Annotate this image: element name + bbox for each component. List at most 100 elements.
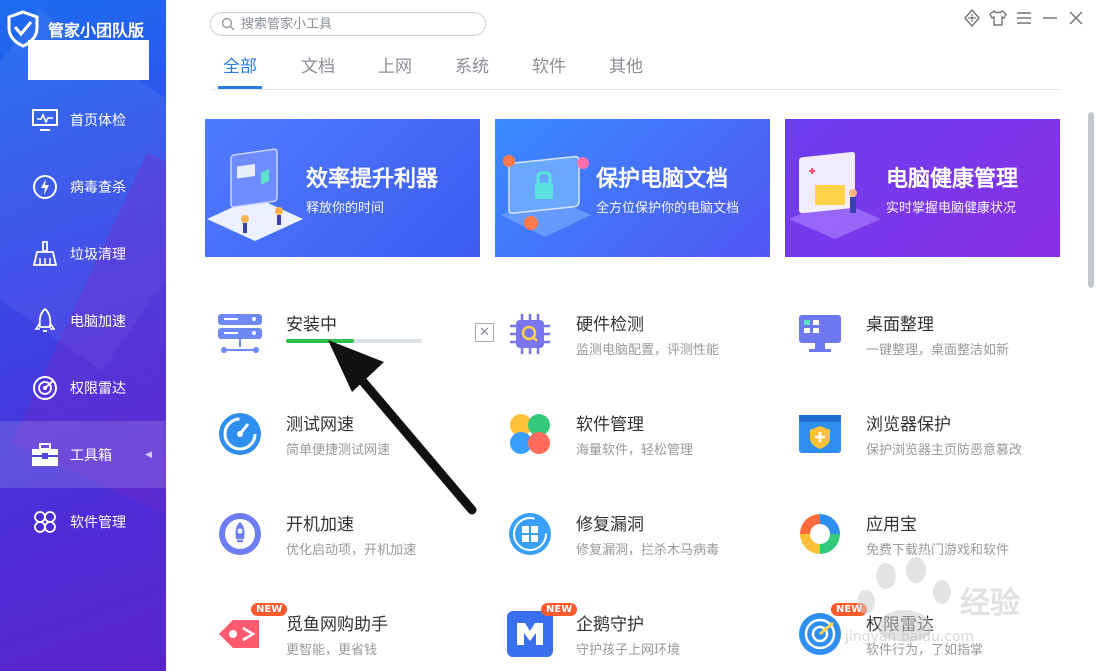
efficiency-illustration-icon bbox=[207, 148, 303, 241]
tool-name: 桌面整理 bbox=[866, 315, 934, 335]
new-badge: NEW bbox=[541, 603, 578, 616]
tool-boot-speedup[interactable]: 开机加速 优化启动项，开机加速 bbox=[205, 503, 485, 573]
document-lock-illustration-icon bbox=[501, 155, 591, 237]
server-icon bbox=[215, 309, 265, 359]
banner-title: 电脑健康管理 bbox=[886, 167, 1019, 192]
sidebar-item-pc-speedup[interactable]: 电脑加速 bbox=[0, 287, 166, 354]
install-progress-bar bbox=[286, 339, 422, 343]
tab-documents[interactable]: 文档 bbox=[283, 52, 360, 87]
tool-name: 硬件检测 bbox=[576, 315, 644, 335]
tool-speed-test[interactable]: 测试网速 简单便捷测试网速 bbox=[205, 403, 485, 473]
health-report-illustration-icon bbox=[789, 151, 881, 239]
app-title: 管家小团队版 bbox=[48, 21, 145, 40]
sidebar-nav: 首页体检 病毒查杀 垃圾清理 电脑加速 权限雷达 工具箱 ◀ 软件管理 bbox=[0, 86, 166, 555]
broom-icon bbox=[30, 239, 60, 269]
user-info-box[interactable] bbox=[28, 40, 149, 80]
sidebar: 管家小团队版 首页体检 病毒查杀 垃圾清理 电脑加速 权限雷达 工具箱 ◀ 软件… bbox=[0, 0, 166, 671]
sidebar-item-label: 软件管理 bbox=[70, 514, 126, 531]
tab-internet[interactable]: 上网 bbox=[360, 52, 437, 87]
browser-shield-icon bbox=[795, 409, 845, 459]
sidebar-item-label: 权限雷达 bbox=[70, 380, 126, 397]
guardian-logo-icon: NEW bbox=[505, 603, 578, 659]
banner-subtitle: 实时掌握电脑健康状况 bbox=[886, 201, 1017, 216]
tab-all[interactable]: 全部 bbox=[206, 52, 283, 87]
triangle-icon: ◀ bbox=[145, 449, 152, 460]
tool-name: 企鹅守护 bbox=[576, 615, 644, 635]
tool-description: 守护孩子上网环境 bbox=[576, 643, 681, 658]
banner-title: 保护电脑文档 bbox=[596, 167, 729, 192]
skin-diamond-icon[interactable] bbox=[962, 8, 982, 28]
watermark-url: jingyan.baidu.com bbox=[845, 629, 975, 645]
tool-shopping-assistant[interactable]: NEW 觅鱼网购助手 更智能，更省钱 bbox=[205, 603, 485, 671]
close-icon[interactable] bbox=[1066, 8, 1086, 28]
tool-hardware-check[interactable]: 硬件检测 监测电脑配置，评测性能 bbox=[495, 303, 775, 373]
tool-description: 海量软件，轻松管理 bbox=[576, 443, 694, 458]
tool-penguin-guard[interactable]: NEW 企鹅守护 守护孩子上网环境 bbox=[495, 603, 775, 671]
watermark-text: 经验 bbox=[960, 586, 1020, 621]
radar-icon bbox=[30, 373, 60, 403]
clover-icon bbox=[30, 507, 60, 537]
tab-system[interactable]: 系统 bbox=[437, 52, 514, 87]
sidebar-item-label: 工具箱 bbox=[70, 447, 112, 464]
tool-name: 应用宝 bbox=[866, 515, 917, 535]
tool-name: 觅鱼网购助手 bbox=[286, 615, 388, 635]
tool-software-manager[interactable]: 软件管理 海量软件，轻松管理 bbox=[495, 403, 775, 473]
tab-other[interactable]: 其他 bbox=[591, 52, 668, 87]
tab-active-indicator bbox=[218, 86, 262, 89]
tool-description: 简单便捷测试网速 bbox=[286, 443, 391, 458]
new-badge: NEW bbox=[251, 603, 288, 616]
tab-software[interactable]: 软件 bbox=[514, 52, 591, 87]
tool-fix-vulnerability[interactable]: 修复漏洞 修复漏洞，拦杀木马病毒 bbox=[495, 503, 775, 573]
tool-browser-protect[interactable]: 浏览器保护 保护浏览器主页防恶意篡改 bbox=[785, 403, 1065, 473]
sidebar-item-software-manager[interactable]: 软件管理 bbox=[0, 488, 166, 555]
rocket-icon bbox=[215, 509, 265, 559]
tool-name: 测试网速 bbox=[286, 415, 354, 435]
tool-name: 修复漏洞 bbox=[576, 515, 644, 535]
tool-installing[interactable]: 安装中 ✕ bbox=[205, 303, 494, 373]
sidebar-item-permission-radar[interactable]: 权限雷达 bbox=[0, 354, 166, 421]
speedometer-icon bbox=[215, 409, 265, 459]
desktop-grid-icon bbox=[795, 309, 845, 359]
fish-tag-icon: NEW bbox=[215, 603, 288, 659]
tshirt-icon[interactable] bbox=[988, 8, 1008, 28]
tool-description: 监测电脑配置，评测性能 bbox=[576, 343, 720, 358]
sidebar-item-label: 病毒查杀 bbox=[70, 179, 126, 196]
clover-icon bbox=[505, 409, 555, 459]
tool-description: 更智能，更省钱 bbox=[286, 643, 378, 658]
banner-title: 效率提升利器 bbox=[306, 167, 439, 192]
sidebar-item-home-check[interactable]: 首页体检 bbox=[0, 86, 166, 153]
scrollbar-thumb[interactable] bbox=[1088, 112, 1094, 288]
sidebar-item-label: 电脑加速 bbox=[70, 313, 126, 330]
search-input[interactable] bbox=[241, 16, 461, 32]
cancel-install-button[interactable]: ✕ bbox=[475, 323, 494, 342]
window-controls bbox=[962, 8, 1086, 28]
banner-subtitle: 全方位保护你的电脑文档 bbox=[596, 201, 740, 216]
banner-efficiency[interactable]: 效率提升利器 释放你的时间 bbox=[205, 119, 480, 257]
banner-protect-docs[interactable]: 保护电脑文档 全方位保护你的电脑文档 bbox=[495, 119, 770, 257]
monitor-icon bbox=[30, 105, 60, 135]
tool-desktop-organize[interactable]: 桌面整理 一键整理，桌面整洁如新 bbox=[785, 303, 1065, 373]
search-icon bbox=[221, 17, 235, 31]
install-status: 安装中 bbox=[286, 315, 337, 335]
sidebar-item-toolbox[interactable]: 工具箱 ◀ bbox=[0, 421, 166, 488]
banner-subtitle: 释放你的时间 bbox=[306, 201, 385, 216]
tool-description: 保护浏览器主页防恶意篡改 bbox=[866, 443, 1023, 458]
rocket-icon bbox=[30, 306, 60, 336]
sidebar-item-label: 垃圾清理 bbox=[70, 246, 126, 263]
toolbox-icon bbox=[30, 440, 60, 470]
tool-name: 开机加速 bbox=[286, 515, 354, 535]
windows-repair-icon bbox=[505, 509, 555, 559]
minimize-icon[interactable] bbox=[1040, 8, 1060, 28]
category-tabs: 全部 文档 上网 系统 软件 其他 bbox=[206, 52, 668, 87]
lightning-icon bbox=[30, 172, 60, 202]
tool-description: 一键整理，桌面整洁如新 bbox=[866, 343, 1010, 358]
tool-description: 优化启动项，开机加速 bbox=[286, 543, 417, 558]
banner-pc-health[interactable]: 电脑健康管理 实时掌握电脑健康状况 bbox=[785, 119, 1060, 257]
sidebar-item-virus-scan[interactable]: 病毒查杀 bbox=[0, 153, 166, 220]
search-box[interactable] bbox=[210, 12, 486, 36]
sidebar-item-junk-clean[interactable]: 垃圾清理 bbox=[0, 220, 166, 287]
tool-name: 软件管理 bbox=[576, 415, 644, 435]
menu-icon[interactable] bbox=[1014, 8, 1034, 28]
install-progress-fill bbox=[286, 339, 354, 343]
tool-name: 浏览器保护 bbox=[866, 415, 951, 435]
